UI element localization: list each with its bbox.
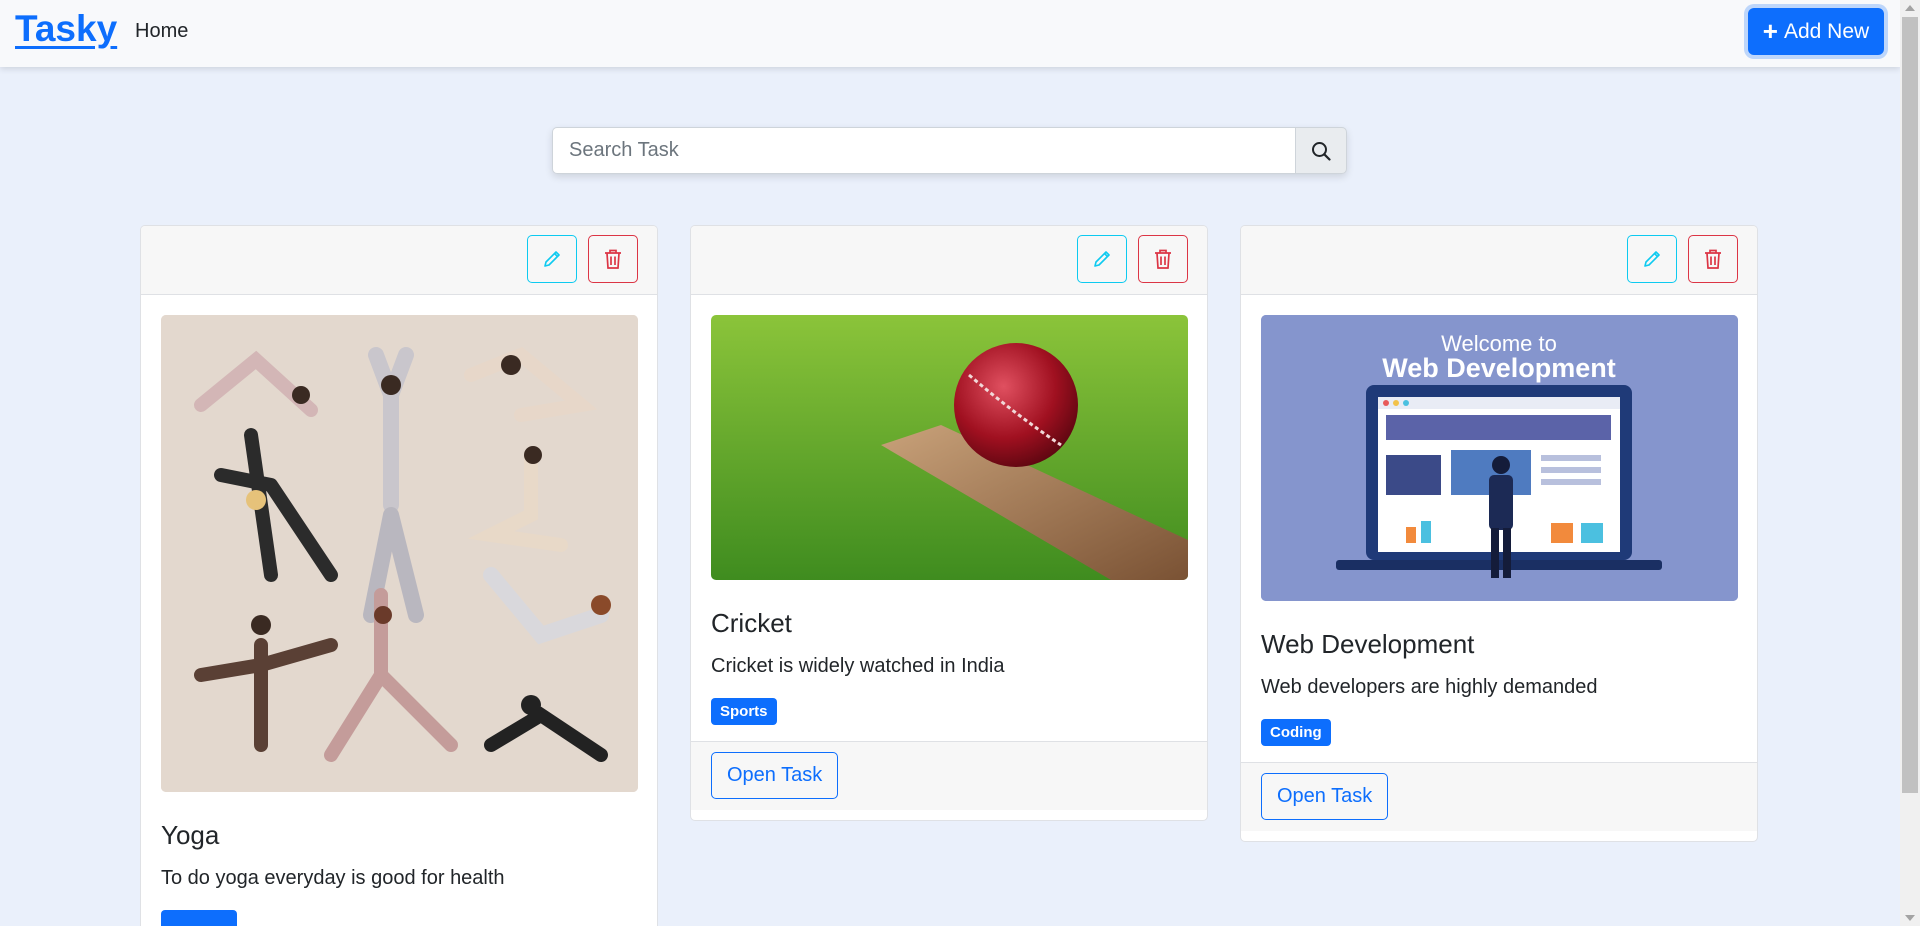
search-button[interactable] [1295,127,1347,174]
trash-icon [1705,249,1721,269]
yoga-illustration [161,315,638,792]
pencil-icon [1644,251,1660,267]
scroll-down-arrow-icon[interactable] [1905,915,1915,921]
card-description: Web developers are highly demanded [1261,676,1598,698]
card-body: Cricket Cricket is widely watched in Ind… [691,295,1207,725]
add-new-button[interactable]: + Add New [1748,8,1884,55]
delete-button[interactable] [1688,235,1738,283]
open-task-button[interactable]: Open Task [711,752,839,799]
cricket-ball-on-bat [711,315,1188,580]
task-card-cricket: Cricket Cricket is widely watched in Ind… [690,225,1208,821]
card-description: To do yoga everyday is good for health [161,867,505,889]
card-header [1241,226,1757,295]
delete-button[interactable] [588,235,638,283]
edit-button[interactable] [527,235,577,283]
tag-badge: Sports [711,698,777,725]
card-image-cricket [711,315,1188,580]
card-header [141,226,657,295]
pencil-icon [1094,251,1110,267]
scroll-up-arrow-icon[interactable] [1905,5,1915,11]
delete-button[interactable] [1138,235,1188,283]
card-image-web-development: Welcome to Web Development [1261,315,1738,601]
trash-icon [1155,249,1171,269]
brand-logo[interactable]: Tasky [15,8,117,50]
card-footer: Open Task [691,741,1207,810]
card-body: Yoga To do yoga everyday is good for hea… [141,295,657,926]
card-title: Yoga [161,820,220,850]
edit-button[interactable] [1077,235,1127,283]
card-body: Welcome to Web Development Web Developme… [1241,295,1757,746]
task-card-web-development: Welcome to Web Development Web Developme… [1240,225,1758,842]
search-icon [1312,141,1331,161]
tag-badge: Coding [1261,719,1331,746]
pencil-icon [544,251,560,267]
web-development-illustration: Welcome to Web Development [1261,315,1738,601]
tag-badge [161,910,237,926]
svg-text:Web Development: Web Development [1382,353,1616,383]
trash-icon [605,249,621,269]
card-title: Cricket [711,608,792,638]
edit-button[interactable] [1627,235,1677,283]
card-title: Web Development [1261,629,1475,659]
navbar: Tasky Home + Add New [0,0,1900,67]
nav-link-home[interactable]: Home [135,20,188,43]
card-image-yoga [161,315,638,792]
search-input[interactable] [552,127,1295,174]
card-header [691,226,1207,295]
plus-icon: + [1762,15,1778,46]
task-card-yoga: Yoga To do yoga everyday is good for hea… [140,225,658,926]
vertical-scrollbar[interactable] [1900,0,1920,926]
scrollbar-thumb[interactable] [1902,17,1918,793]
search-group [552,127,1347,174]
card-footer: Open Task [1241,762,1757,831]
card-description: Cricket is widely watched in India [711,655,1005,677]
add-new-label: Add New [1783,19,1870,43]
open-task-button[interactable]: Open Task [1261,773,1389,820]
